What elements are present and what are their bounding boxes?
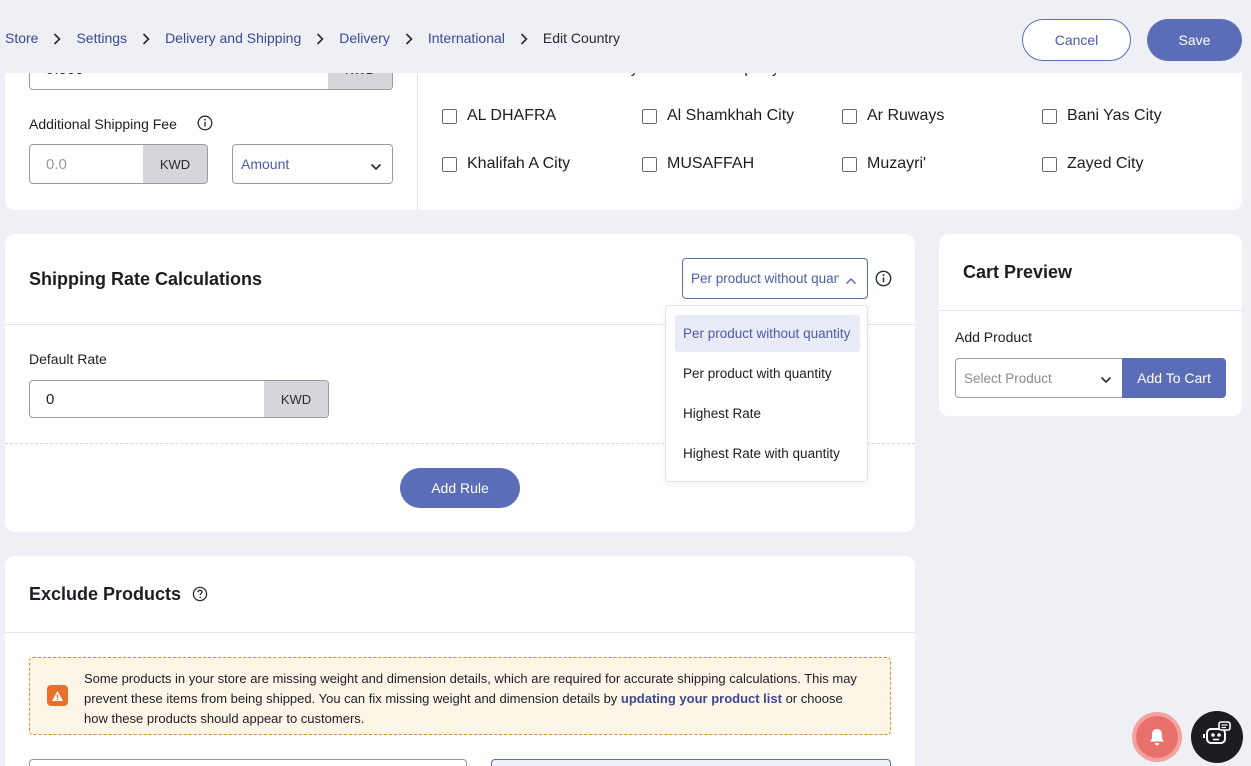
breadcrumb-store[interactable]: Store bbox=[5, 30, 38, 46]
additional-fee-label: Additional Shipping Fee bbox=[29, 116, 177, 132]
city-label: Khalifah A City bbox=[467, 155, 571, 172]
exclude-products-title: Exclude Products bbox=[29, 584, 182, 604]
city-label: Bani Yas City bbox=[1067, 107, 1162, 124]
checkbox[interactable] bbox=[642, 156, 657, 172]
checkbox[interactable] bbox=[442, 156, 457, 172]
chevron-down-icon bbox=[1100, 372, 1112, 387]
breadcrumb-settings[interactable]: Settings bbox=[76, 30, 127, 46]
checkbox[interactable] bbox=[442, 108, 457, 124]
city-label: Muzayri' bbox=[867, 155, 927, 172]
checkbox[interactable] bbox=[642, 108, 657, 124]
chevron-right-icon bbox=[390, 30, 428, 46]
menu-item-highest-rate[interactable]: Highest Rate bbox=[675, 395, 860, 432]
checkbox[interactable] bbox=[1042, 156, 1057, 172]
notification-button[interactable] bbox=[1132, 712, 1182, 762]
calculation-method-value: Per product without quantity bbox=[691, 271, 839, 286]
menu-item-highest-rate-with-quantity[interactable]: Highest Rate with quantity bbox=[675, 435, 860, 472]
default-rate-input: 0 bbox=[46, 390, 55, 408]
city-checkbox-bani-yas[interactable]: Bani Yas City bbox=[1042, 107, 1162, 125]
fee-type-value: Amount bbox=[241, 156, 290, 172]
breadcrumb: Store Settings Delivery and Shipping Del… bbox=[5, 30, 620, 46]
warning-icon bbox=[47, 685, 68, 706]
product-select-placeholder: Select Product bbox=[964, 370, 1052, 386]
chevron-right-icon bbox=[38, 30, 76, 46]
chevron-down-icon bbox=[370, 158, 382, 174]
city-checkbox-zayed[interactable]: Zayed City bbox=[1042, 155, 1143, 173]
divider bbox=[5, 632, 915, 633]
city-label: Ar Ruways bbox=[867, 107, 945, 124]
add-product-label: Add Product bbox=[955, 329, 1033, 345]
chevron-right-icon bbox=[127, 30, 165, 46]
chatbot-button[interactable] bbox=[1191, 711, 1243, 763]
additional-fee-field[interactable]: 0.0 KWD bbox=[29, 144, 208, 184]
city-label: MUSAFFAH bbox=[667, 155, 755, 172]
city-checkbox-muzayri[interactable]: Muzayri' bbox=[842, 155, 926, 173]
additional-fee-input: 0.0 bbox=[46, 155, 67, 173]
chevron-right-icon bbox=[505, 30, 543, 46]
currency-unit: KWD bbox=[143, 145, 207, 183]
page-header: Store Settings Delivery and Shipping Del… bbox=[0, 0, 1251, 73]
add-rule-button[interactable]: Add Rule bbox=[400, 468, 520, 508]
breadcrumb-edit-country: Edit Country bbox=[542, 30, 620, 46]
fee-type-select[interactable]: Amount bbox=[232, 144, 393, 184]
city-checkbox-al-dhafra[interactable]: AL DHAFRA bbox=[442, 107, 556, 125]
bell-icon bbox=[1136, 716, 1178, 758]
checkbox[interactable] bbox=[842, 156, 857, 172]
save-button[interactable]: Save bbox=[1147, 19, 1242, 61]
add-to-cart-button[interactable]: Add To Cart bbox=[1122, 358, 1226, 398]
exclude-option-field[interactable] bbox=[29, 759, 467, 766]
currency-unit: KWD bbox=[264, 381, 328, 417]
city-checkbox-al-shamkhah[interactable]: Al Shamkhah City bbox=[642, 107, 794, 125]
city-label: Al Shamkhah City bbox=[667, 107, 795, 124]
city-label: Zayed City bbox=[1067, 155, 1144, 172]
cart-preview-title: Cart Preview bbox=[963, 262, 1073, 282]
shipping-rate-title: Shipping Rate Calculations bbox=[29, 269, 263, 289]
checkbox[interactable] bbox=[842, 108, 857, 124]
city-checkbox-ar-ruways[interactable]: Ar Ruways bbox=[842, 107, 944, 125]
info-icon[interactable] bbox=[875, 270, 892, 287]
warning-message: Some products in your store are missing … bbox=[84, 669, 864, 729]
city-checkbox-khalifah[interactable]: Khalifah A City bbox=[442, 155, 570, 173]
calculation-method-menu: Per product without quantity Per product… bbox=[665, 305, 868, 482]
product-select[interactable]: Select Product bbox=[955, 358, 1123, 398]
cart-preview-card: Cart Preview Add Product Select Product … bbox=[939, 234, 1242, 416]
city-label: AL DHAFRA bbox=[467, 107, 557, 124]
info-icon[interactable] bbox=[197, 115, 213, 131]
checkbox[interactable] bbox=[1042, 108, 1057, 124]
menu-item-per-product-with-quantity[interactable]: Per product with quantity bbox=[675, 355, 860, 392]
robot-icon bbox=[1201, 719, 1233, 756]
breadcrumb-international[interactable]: International bbox=[428, 30, 505, 46]
chevron-right-icon bbox=[301, 30, 339, 46]
breadcrumb-delivery[interactable]: Delivery bbox=[339, 30, 390, 46]
exclude-option-field[interactable] bbox=[491, 759, 891, 766]
menu-item-per-product-without-quantity[interactable]: Per product without quantity bbox=[675, 315, 860, 352]
help-icon[interactable] bbox=[192, 586, 208, 602]
update-product-list-link[interactable]: updating your product list bbox=[621, 691, 782, 706]
default-rate-label: Default Rate bbox=[29, 351, 107, 367]
chevron-up-icon bbox=[845, 273, 857, 288]
city-checkbox-musaffah[interactable]: MUSAFFAH bbox=[642, 155, 754, 173]
exclude-products-card: Exclude Products Some products in your s… bbox=[5, 556, 915, 766]
cancel-button[interactable]: Cancel bbox=[1022, 19, 1131, 61]
divider bbox=[939, 310, 1242, 311]
breadcrumb-delivery-shipping[interactable]: Delivery and Shipping bbox=[165, 30, 301, 46]
default-rate-field[interactable]: 0 KWD bbox=[29, 380, 329, 418]
calculation-method-select[interactable]: Per product without quantity bbox=[682, 258, 868, 299]
missing-details-warning: Some products in your store are missing … bbox=[29, 657, 891, 735]
